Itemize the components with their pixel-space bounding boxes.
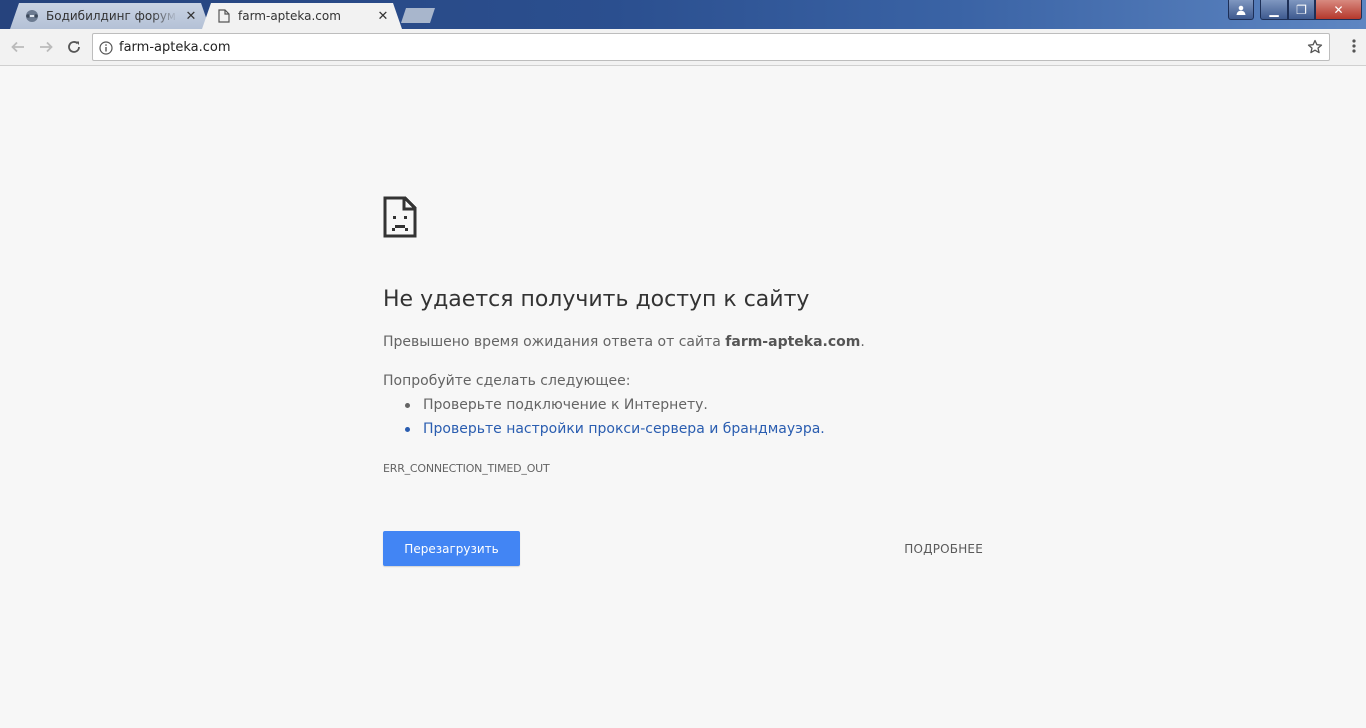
restore-icon[interactable]: ❐ — [1288, 0, 1315, 20]
tab-bodybuilding-forum[interactable]: Бодибилдинг форум Ап ✕ — [10, 3, 210, 29]
close-tab-icon[interactable]: ✕ — [184, 9, 198, 24]
info-icon[interactable] — [99, 40, 113, 59]
sad-file-icon — [383, 196, 417, 242]
forum-favicon-icon — [24, 8, 40, 24]
menu-kebab-icon[interactable] — [1352, 38, 1356, 58]
tab-title: Бодибилдинг форум Ап — [46, 9, 178, 23]
details-button[interactable]: ПОДРОБНЕЕ — [904, 531, 983, 566]
tab-farm-apteka[interactable]: farm-apteka.com ✕ — [202, 3, 402, 29]
error-heading: Не удается получить доступ к сайту — [383, 287, 810, 312]
description-text: Превышено время ожидания ответа от сайта — [383, 334, 726, 350]
tab-title: farm-apteka.com — [238, 9, 341, 23]
url-text: farm-apteka.com — [119, 40, 231, 55]
bookmark-star-icon[interactable] — [1307, 39, 1323, 59]
error-code: ERR_CONNECTION_TIMED_OUT — [383, 462, 550, 475]
page-icon — [216, 8, 232, 24]
forward-arrow-icon[interactable] — [36, 37, 56, 57]
suggestion-check-connection: Проверьте подключение к Интернету. — [405, 397, 825, 421]
reload-button[interactable]: Перезагрузить — [383, 531, 520, 566]
suggestions-title: Попробуйте сделать следующее: — [383, 373, 631, 389]
browser-toolbar: farm-apteka.com — [0, 29, 1366, 66]
address-bar[interactable]: farm-apteka.com — [92, 33, 1330, 61]
back-arrow-icon[interactable] — [8, 37, 28, 57]
minimize-icon[interactable]: ▁ — [1260, 0, 1288, 20]
error-description: Превышено время ожидания ответа от сайта… — [383, 334, 865, 350]
reload-icon[interactable] — [64, 37, 84, 57]
profile-icon[interactable] — [1228, 0, 1254, 20]
window-controls: ▁ ❐ ✕ — [1228, 0, 1362, 20]
description-host: farm-apteka.com — [725, 334, 861, 350]
title-bar: Бодибилдинг форум Ап ✕ farm-apteka.com ✕… — [0, 0, 1366, 29]
suggestion-proxy-firewall-link[interactable]: Проверьте настройки прокси-сервера и бра… — [405, 421, 825, 445]
new-tab-button[interactable] — [401, 8, 435, 23]
close-tab-icon[interactable]: ✕ — [376, 9, 390, 24]
description-period: . — [860, 334, 865, 350]
close-window-icon[interactable]: ✕ — [1315, 0, 1362, 20]
suggestions-list: Проверьте подключение к Интернету. Прове… — [405, 397, 825, 445]
